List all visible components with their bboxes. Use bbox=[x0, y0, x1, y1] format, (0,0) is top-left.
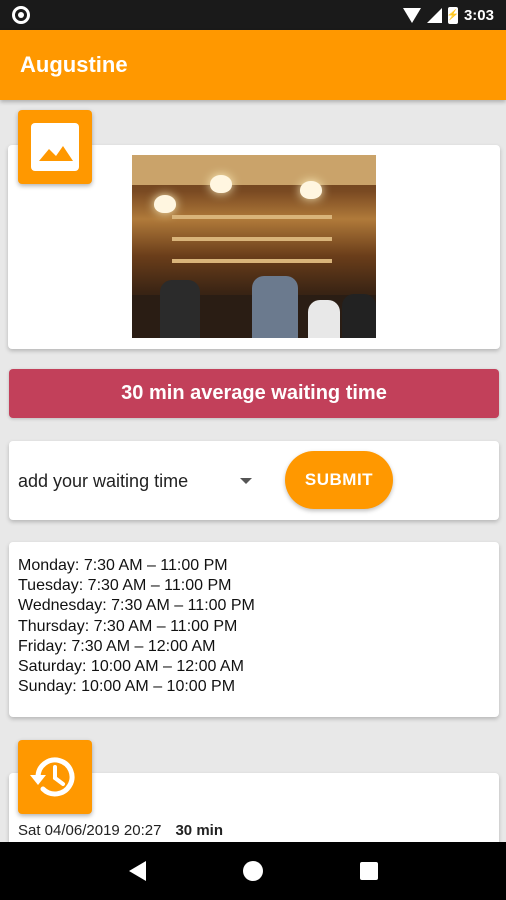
history-duration: 30 min bbox=[175, 822, 223, 839]
signal-icon bbox=[426, 7, 442, 23]
bar-interior-photo[interactable] bbox=[132, 155, 376, 338]
bottle-shelf bbox=[172, 259, 332, 263]
person-silhouette bbox=[308, 300, 340, 338]
hours-row-thursday: Thursday: 7:30 AM – 11:00 PM bbox=[18, 617, 238, 635]
submit-button[interactable]: SUBMIT bbox=[285, 451, 393, 509]
photo-ceiling bbox=[132, 155, 376, 185]
hours-row-tuesday: Tuesday: 7:30 AM – 11:00 PM bbox=[18, 577, 232, 595]
person-silhouette bbox=[252, 276, 298, 338]
image-fab[interactable] bbox=[18, 110, 92, 184]
hours-row-monday: Monday: 7:30 AM – 11:00 PM bbox=[18, 557, 228, 574]
status-bar: ⚡ 3:03 bbox=[0, 0, 506, 30]
lamp-light bbox=[300, 181, 322, 199]
lamp-light bbox=[154, 195, 176, 213]
chevron-down-icon bbox=[240, 478, 252, 484]
person-silhouette bbox=[160, 280, 200, 338]
navigation-bar bbox=[0, 842, 506, 900]
average-wait-banner: 30 min average waiting time bbox=[9, 369, 499, 418]
bottle-shelf bbox=[172, 237, 332, 241]
history-entry: Sat 04/06/2019 20:27 30 min bbox=[18, 822, 223, 839]
hours-row-friday: Friday: 7:30 AM – 12:00 AM bbox=[18, 637, 216, 655]
hours-row-sunday: Sunday: 10:00 AM – 10:00 PM bbox=[18, 678, 236, 696]
app-title: Augustine bbox=[20, 52, 128, 77]
opening-hours-list: Monday: 7:30 AM – 11:00 PM Tuesday: 7:30… bbox=[18, 556, 478, 697]
home-icon[interactable] bbox=[242, 861, 263, 881]
person-silhouette bbox=[342, 294, 376, 338]
circle-notification-icon bbox=[12, 6, 30, 24]
wait-time-dropdown[interactable]: add your waiting time bbox=[18, 469, 258, 493]
app-bar: Augustine bbox=[0, 30, 506, 100]
status-time: 3:03 bbox=[463, 6, 494, 24]
history-fab[interactable] bbox=[18, 740, 92, 814]
history-timestamp: Sat 04/06/2019 20:27 bbox=[18, 822, 162, 839]
history-icon bbox=[30, 757, 75, 797]
back-icon[interactable] bbox=[128, 861, 146, 881]
wifi-icon bbox=[402, 7, 421, 23]
image-icon bbox=[31, 123, 79, 171]
lamp-light bbox=[210, 175, 232, 193]
hours-row-wednesday: Wednesday: 7:30 AM – 11:00 PM bbox=[18, 597, 255, 615]
recents-icon[interactable] bbox=[359, 862, 378, 880]
wait-time-placeholder: add your waiting time bbox=[18, 470, 189, 491]
battery-icon: ⚡ bbox=[447, 6, 459, 24]
hours-row-saturday: Saturday: 10:00 AM – 12:00 AM bbox=[18, 658, 244, 676]
bottle-shelf bbox=[172, 215, 332, 219]
